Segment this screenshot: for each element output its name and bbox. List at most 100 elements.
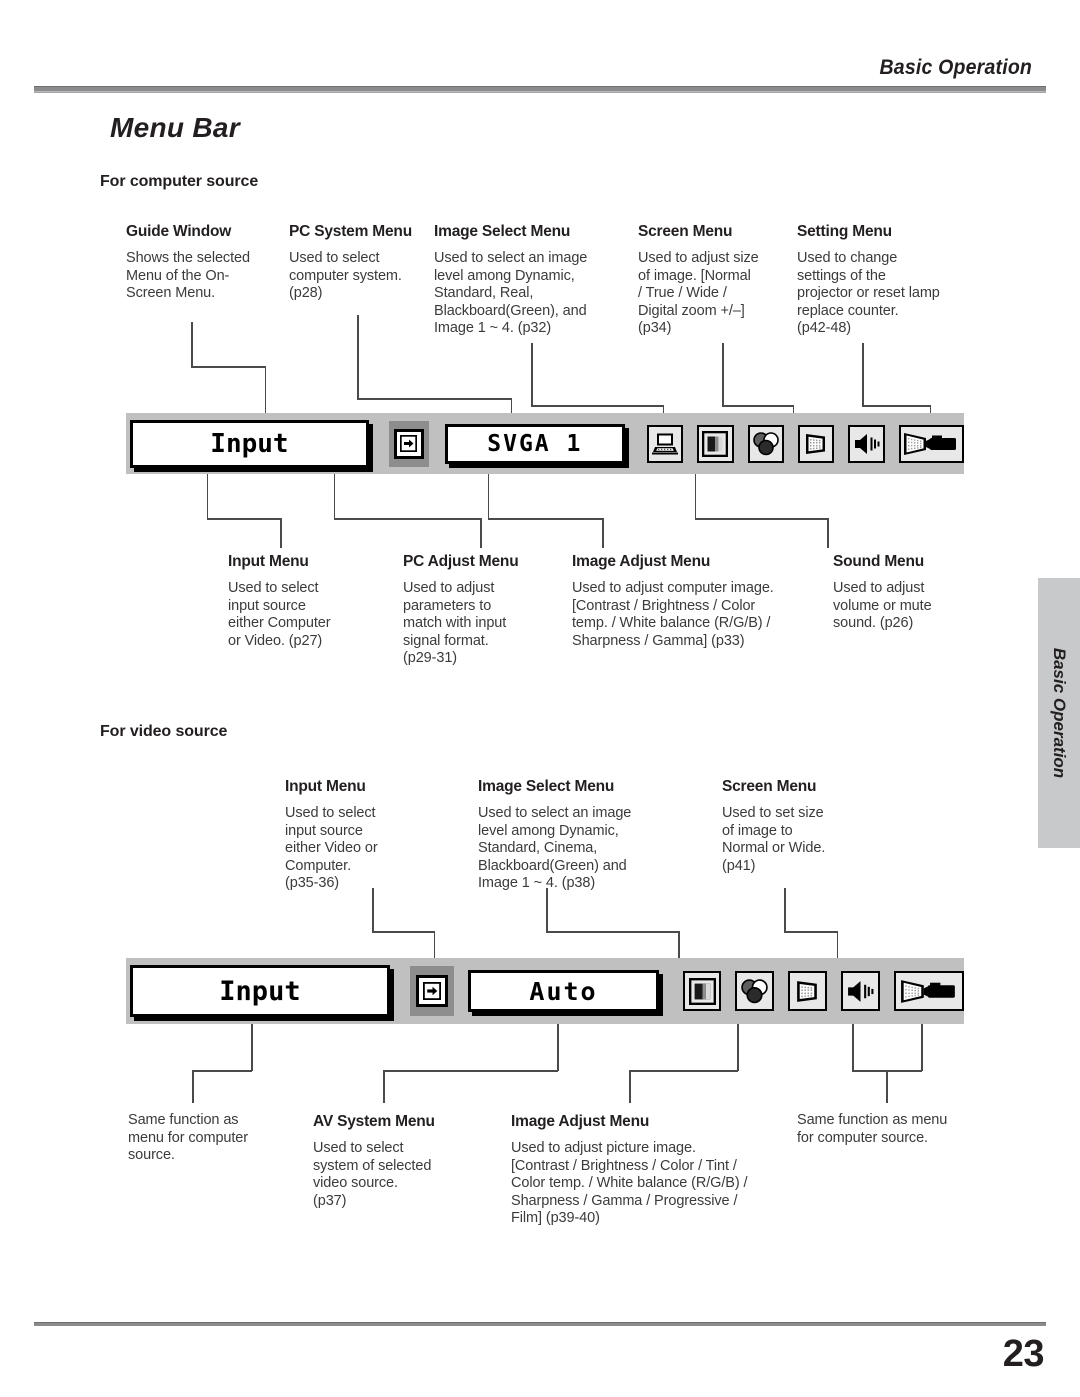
image-select-menu-icon-button-video[interactable]	[682, 971, 722, 1011]
running-header-title: Basic Operation	[879, 56, 1032, 79]
callout-pc-adjust-menu: PC Adjust Menu Used to adjust parameters…	[403, 553, 563, 668]
leader-line-screen-menu-v1	[722, 343, 724, 406]
image-adjust-palette-icon	[741, 978, 769, 1003]
callout-video-right-note: Same function as menu for computer sourc…	[797, 1112, 997, 1147]
input-arrow-icon	[423, 982, 442, 1000]
callout-title: Guide Window	[126, 223, 232, 240]
leader-line-sound-menu-h	[694, 518, 829, 520]
leader-line-image-select-h	[531, 405, 664, 407]
callout-body: Shows the selected Menu of the On- Scree…	[126, 250, 250, 301]
callout-title: PC Adjust Menu	[403, 553, 519, 570]
leader-line-guide-window-h	[191, 366, 266, 368]
callout-title: Image Adjust Menu	[511, 1113, 650, 1130]
leader-line-video-image-adjust-h	[629, 1070, 738, 1072]
subhead-video-source: For video source	[100, 723, 228, 740]
leader-line-pc-adjust-v2	[480, 518, 482, 548]
callout-title: Sound Menu	[833, 553, 924, 570]
callout-body: Same function as menu for computer sourc…	[797, 1112, 948, 1146]
pc-system-menu-display[interactable]: SVGA 1	[444, 423, 625, 464]
callout-title: Image Select Menu	[478, 778, 615, 795]
input-menu-button-video[interactable]	[409, 966, 455, 1016]
leader-line-video-guide-v1	[251, 1024, 253, 1071]
leader-line-pc-system-h	[357, 398, 512, 400]
callout-setting-menu: Setting Menu Used to change settings of …	[797, 223, 987, 338]
callout-title: Image Adjust Menu	[572, 553, 711, 570]
leader-line-video-image-select-v2	[678, 931, 680, 960]
leader-line-video-image-select-h	[546, 931, 679, 933]
input-menu-button-computer[interactable]	[388, 420, 429, 467]
leader-line-sound-menu-v2	[827, 518, 829, 548]
image-adjust-menu-icon-button[interactable]	[747, 424, 785, 463]
leader-line-video-right-v2	[921, 1024, 923, 1071]
guide-window-label: Input	[210, 428, 289, 459]
image-select-contrast-icon	[702, 430, 729, 457]
callout-body: Used to select an image level among Dyna…	[478, 805, 632, 891]
leader-line-video-right-v3	[886, 1070, 888, 1103]
guide-window-video[interactable]: Input	[130, 965, 390, 1017]
header-rule-thin	[34, 92, 1046, 93]
image-select-menu-icon-button[interactable]	[697, 424, 734, 463]
callout-av-system-menu: AV System Menu Used to select system of …	[313, 1113, 483, 1210]
pc-adjust-menu-icon-button[interactable]	[646, 424, 684, 463]
leader-line-image-adjust-v2	[602, 518, 604, 548]
image-select-contrast-icon	[688, 977, 716, 1005]
callout-body: Used to select input source either Video…	[285, 805, 378, 891]
sound-menu-icon-button-video[interactable]	[841, 971, 881, 1011]
callout-input-menu-video: Input Menu Used to select input source e…	[285, 778, 445, 893]
callout-body: Used to adjust picture image. [Contrast …	[511, 1140, 748, 1226]
sound-menu-icon-button[interactable]	[848, 424, 885, 463]
leader-line-guide-window-v2	[264, 366, 266, 418]
leader-line-pc-adjust-h	[333, 518, 482, 520]
setting-menu-icon-button-video[interactable]	[894, 971, 965, 1011]
callout-title: Input Menu	[228, 553, 309, 570]
input-arrow-icon	[400, 435, 418, 452]
callout-body: Used to change settings of the projector…	[797, 250, 940, 336]
leader-line-video-guide-v2	[192, 1070, 194, 1103]
callout-title: Setting Menu	[797, 223, 892, 240]
screen-menu-icon-button[interactable]	[798, 424, 835, 463]
leader-line-image-adjust-h	[487, 518, 604, 520]
callout-body: Used to adjust computer image. [Contrast…	[572, 580, 774, 649]
callout-title: PC System Menu	[289, 223, 412, 240]
leader-line-video-input-v1	[372, 888, 374, 932]
av-system-menu-display[interactable]: Auto	[468, 970, 659, 1012]
leader-line-video-screen-v2	[836, 931, 838, 960]
leader-line-av-system-v1	[557, 1024, 559, 1071]
leader-line-pc-adjust-v1	[333, 474, 335, 519]
callout-body: Used to set size of image to Normal or W…	[722, 805, 826, 874]
side-tab-basic-operation: Basic Operation	[1038, 578, 1080, 848]
leader-line-video-image-select-v1	[546, 888, 548, 932]
leader-line-pc-system-v1	[357, 315, 359, 399]
guide-window-computer[interactable]: Input	[130, 419, 369, 468]
callout-body: Same function as menu for computer sourc…	[128, 1112, 248, 1163]
leader-line-setting-menu-v1	[862, 343, 864, 406]
leader-line-image-adjust-v1	[487, 474, 489, 519]
callout-body: Used to adjust parameters to match with …	[403, 580, 507, 666]
image-adjust-menu-icon-button-video[interactable]	[735, 971, 775, 1011]
callout-image-adjust-menu-computer: Image Adjust Menu Used to adjust compute…	[572, 553, 832, 650]
callout-title: Input Menu	[285, 778, 366, 795]
screen-menu-icon-button-video[interactable]	[788, 971, 828, 1011]
leader-line-video-image-adjust-v1	[737, 1024, 739, 1071]
callout-body: Used to select an image level among Dyna…	[434, 250, 588, 336]
callout-body: Used to select computer system. (p28)	[289, 250, 402, 301]
leader-line-video-guide-h	[192, 1070, 252, 1072]
image-adjust-palette-icon	[752, 431, 779, 455]
leader-line-setting-menu-h	[862, 405, 931, 407]
leader-line-video-input-v2	[433, 931, 435, 960]
screen-size-icon	[806, 433, 826, 454]
page-number: 23	[1002, 1333, 1045, 1375]
setting-menu-icon-button[interactable]	[898, 424, 964, 463]
leader-line-guide-window-v1	[191, 322, 193, 367]
leader-line-sound-menu-v1	[694, 474, 696, 519]
leader-line-video-screen-h	[784, 931, 838, 933]
callout-image-select-menu-video: Image Select Menu Used to select an imag…	[478, 778, 673, 893]
footer-rule	[34, 1322, 1046, 1326]
leader-line-av-system-h	[383, 1070, 558, 1072]
callout-title: AV System Menu	[313, 1113, 435, 1130]
callout-image-select-menu: Image Select Menu Used to select an imag…	[434, 223, 634, 338]
menu-bar-video: Input Auto	[126, 958, 965, 1024]
screen-size-icon	[797, 980, 818, 1002]
callout-sound-menu: Sound Menu Used to adjust volume or mute…	[833, 553, 983, 633]
leader-line-input-menu-v2	[280, 518, 282, 548]
